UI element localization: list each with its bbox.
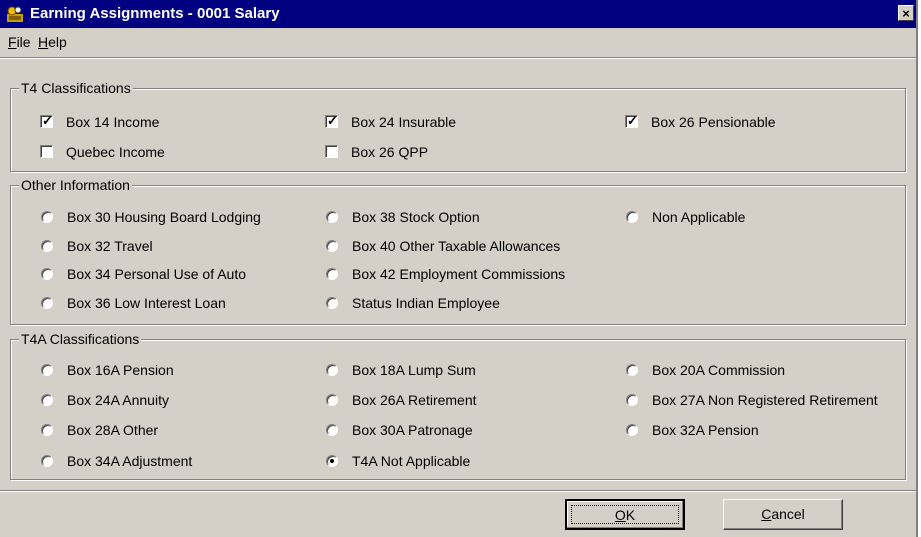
radio-label: Box 34 Personal Use of Auto [67,266,246,282]
radio-circle[interactable] [626,364,638,376]
radio-label: Box 28A Other [67,422,159,438]
radio-circle[interactable] [626,424,638,436]
menu-divider-highlight [0,58,916,59]
t4-group-label: T4 Classifications [19,80,133,96]
radio-label: Box 24A Annuity [67,392,169,408]
footer-divider-highlight [0,491,916,492]
checkbox-box[interactable] [40,145,53,158]
radio-circle[interactable] [41,455,53,467]
radio-circle[interactable] [326,297,338,309]
checkbox-label: Box 26 QPP [351,144,429,160]
radio-label: Box 16A Pension [67,362,174,378]
radio-label: Non Applicable [652,209,746,225]
radio-label: Box 38 Stock Option [352,209,480,225]
earning-assignments-dialog: Earning Assignments - 0001 Salary × File… [0,0,918,537]
radio-circle[interactable] [326,394,338,406]
checkbox-label: Box 14 Income [66,114,160,130]
radio-label: Box 30A Patronage [352,422,473,438]
radio-circle[interactable] [41,240,53,252]
radio-circle[interactable] [326,455,338,467]
t4a-group-label: T4A Classifications [19,331,142,347]
cancel-button[interactable]: Cancel [723,499,843,530]
radio-circle[interactable] [626,394,638,406]
check-icon: ✓ [42,113,53,128]
radio-circle[interactable] [41,297,53,309]
ok-button[interactable]: OK [565,499,685,530]
menu-bar: File Help [0,28,916,58]
radio-circle[interactable] [326,268,338,280]
radio-circle[interactable] [41,268,53,280]
title-bar[interactable]: Earning Assignments - 0001 Salary × [0,0,916,28]
check-icon: ✓ [627,113,638,128]
menu-file[interactable]: File [8,34,31,50]
close-button[interactable]: × [898,5,914,21]
radio-label: Box 18A Lump Sum [352,362,476,378]
other-group-label: Other Information [19,177,132,193]
radio-label: Box 32A Pension [652,422,759,438]
radio-label: Box 26A Retirement [352,392,477,408]
radio-label: Box 32 Travel [67,238,153,254]
radio-circle[interactable] [41,211,53,223]
app-icon [7,6,23,22]
radio-label: Box 20A Commission [652,362,786,378]
radio-circle[interactable] [326,240,338,252]
radio-label: Box 30 Housing Board Lodging [67,209,261,225]
radio-circle[interactable] [626,211,638,223]
radio-selected-dot [330,459,334,463]
radio-circle[interactable] [326,424,338,436]
radio-label: Box 34A Adjustment [67,453,193,469]
radio-circle[interactable] [326,211,338,223]
radio-label: Box 36 Low Interest Loan [67,295,226,311]
focus-rect [571,505,679,524]
menu-help[interactable]: Help [38,34,67,50]
window-title: Earning Assignments - 0001 Salary [30,5,280,22]
checkbox-box[interactable] [325,145,338,158]
radio-circle[interactable] [326,364,338,376]
radio-label: T4A Not Applicable [352,453,471,469]
radio-circle[interactable] [41,394,53,406]
checkbox-label: Box 24 Insurable [351,114,457,130]
radio-circle[interactable] [41,424,53,436]
radio-circle[interactable] [41,364,53,376]
radio-label: Box 40 Other Taxable Allowances [352,238,561,254]
radio-label: Status Indian Employee [352,295,500,311]
checkbox-label: Box 26 Pensionable [651,114,776,130]
checkbox-box[interactable]: ✓ [625,113,638,128]
radio-label: Box 27A Non Registered Retirement [652,392,878,408]
checkbox-box[interactable]: ✓ [40,113,53,128]
radio-label: Box 42 Employment Commissions [352,266,566,282]
checkbox-label: Quebec Income [66,144,165,160]
checkbox-box[interactable]: ✓ [325,113,338,128]
check-icon: ✓ [327,113,338,128]
